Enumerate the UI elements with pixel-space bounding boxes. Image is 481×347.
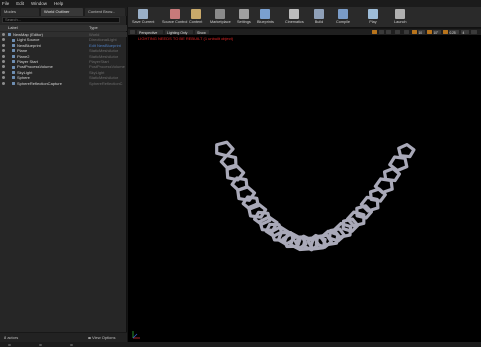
- compile-icon: [337, 9, 348, 19]
- menu-help[interactable]: Help: [54, 1, 63, 6]
- source-control-icon: [169, 9, 180, 19]
- actor-icon: [12, 70, 15, 74]
- actor-icon: [12, 43, 15, 47]
- toolbar-button-label: Build: [314, 20, 324, 24]
- settings-icon: [238, 9, 249, 19]
- menu-file[interactable]: File: [2, 1, 9, 6]
- toolbar-button-label: Launch: [394, 20, 407, 24]
- visibility-eye-icon[interactable]: [2, 59, 5, 63]
- outliner-column-header: Label Type: [0, 25, 127, 31]
- outliner-status-bar: 8 actors View Options: [0, 332, 127, 342]
- tab-modes-label: Modes: [4, 9, 17, 14]
- toolbar-button-label: Play: [369, 20, 377, 24]
- toolbar-button-label: Settings: [237, 20, 251, 24]
- outliner-row-type: SphereReflectionC: [89, 80, 123, 86]
- cinematics-icon: [289, 9, 300, 19]
- toolbar-button-label: Blueprints: [257, 20, 274, 24]
- search-placeholder: Search...: [5, 17, 22, 22]
- chain-link: [215, 140, 235, 158]
- tab-content-browser-label: Content Brow...: [88, 9, 116, 14]
- main-toolbar: Save Current Source Control Content Marketp…: [128, 7, 481, 28]
- menu-bar: File Edit Window Help: [0, 0, 481, 7]
- cinematics-button[interactable]: Cinematics: [285, 8, 304, 27]
- visibility-eye-icon[interactable]: [2, 49, 5, 53]
- build-icon: [314, 9, 324, 19]
- bottom-bar-marker: [8, 343, 11, 346]
- save-icon: [138, 9, 149, 19]
- content-icon: [190, 9, 201, 19]
- visibility-eye-icon[interactable]: [2, 65, 5, 69]
- save-button[interactable]: Save Current: [132, 8, 154, 27]
- panel-tabs: Modes World Outliner Content Brow...: [0, 7, 127, 16]
- outliner-row-label: SphereReflectionCapture: [17, 80, 62, 86]
- column-type[interactable]: Type: [89, 25, 98, 31]
- actor-icon: [12, 60, 15, 64]
- actor-icon: [12, 76, 15, 80]
- outliner-search-input[interactable]: Search...: [2, 17, 120, 23]
- visibility-eye-icon[interactable]: [2, 33, 5, 36]
- actor-icon: [12, 54, 15, 58]
- actor-icon: [12, 81, 15, 85]
- build-button[interactable]: Build: [314, 8, 324, 27]
- toolbar-button-label: Cinematics: [285, 20, 304, 24]
- chain-link: [397, 142, 416, 159]
- bottom-bar-marker: [70, 343, 73, 346]
- tab-modes[interactable]: Modes: [1, 8, 39, 16]
- marketplace-button[interactable]: Marketplace: [210, 8, 231, 27]
- visibility-eye-icon[interactable]: [2, 38, 5, 42]
- chain-mesh: [215, 140, 416, 252]
- play-button[interactable]: Play: [368, 8, 378, 27]
- chain-link: [388, 155, 409, 173]
- toolbar-button-label: Save Current: [132, 20, 155, 24]
- actor-icon: [12, 38, 15, 42]
- toolbar-button-label: Source Control: [162, 20, 188, 24]
- world-outliner-panel: Modes World Outliner Content Brow... Sea…: [0, 7, 127, 342]
- actor-icon: [8, 33, 11, 37]
- content-button[interactable]: Content: [189, 8, 202, 27]
- tab-world-outliner[interactable]: World Outliner: [41, 8, 83, 16]
- source-control-button[interactable]: Source Control: [162, 8, 187, 27]
- settings-button[interactable]: Settings: [237, 8, 251, 27]
- visibility-eye-icon[interactable]: [2, 81, 5, 85]
- toolbar-button-label: Content: [189, 20, 203, 24]
- actor-icon: [12, 49, 15, 53]
- tab-content-browser[interactable]: Content Brow...: [85, 8, 125, 16]
- bottom-edge-bar: [0, 342, 481, 347]
- menu-edit[interactable]: Edit: [16, 1, 24, 6]
- marketplace-icon: [215, 9, 226, 19]
- toolbar-button-label: Compile: [336, 20, 350, 24]
- column-label[interactable]: Label: [8, 25, 18, 31]
- compile-button[interactable]: Compile: [336, 8, 350, 27]
- toolbar-button-label: Marketplace: [210, 20, 231, 24]
- visibility-eye-icon[interactable]: [2, 76, 5, 80]
- visibility-eye-icon[interactable]: [2, 43, 5, 47]
- level-viewport[interactable]: Perspective Lighting Only Show 10 10° 0.…: [128, 29, 481, 342]
- launch-button[interactable]: Launch: [394, 8, 406, 27]
- bottom-bar-marker: [39, 343, 42, 346]
- blueprints-icon: [260, 9, 271, 19]
- actor-icon: [12, 65, 15, 69]
- outliner-row[interactable]: SphereReflectionCapture SphereReflectionC: [0, 81, 127, 86]
- view-options-label: View Options: [92, 335, 116, 340]
- axis-gizmo-icon: [132, 331, 140, 339]
- play-icon: [368, 9, 378, 19]
- visibility-eye-icon[interactable]: [2, 70, 5, 74]
- tab-world-outliner-label: World Outliner: [44, 9, 70, 14]
- eye-icon: [88, 336, 91, 339]
- outliner-list: NewMap (Editor) World Light Source Directio…: [0, 32, 127, 86]
- visibility-eye-icon[interactable]: [2, 54, 5, 58]
- menu-window[interactable]: Window: [31, 1, 47, 6]
- blueprints-button[interactable]: Blueprints: [257, 8, 274, 27]
- launch-icon: [395, 9, 406, 19]
